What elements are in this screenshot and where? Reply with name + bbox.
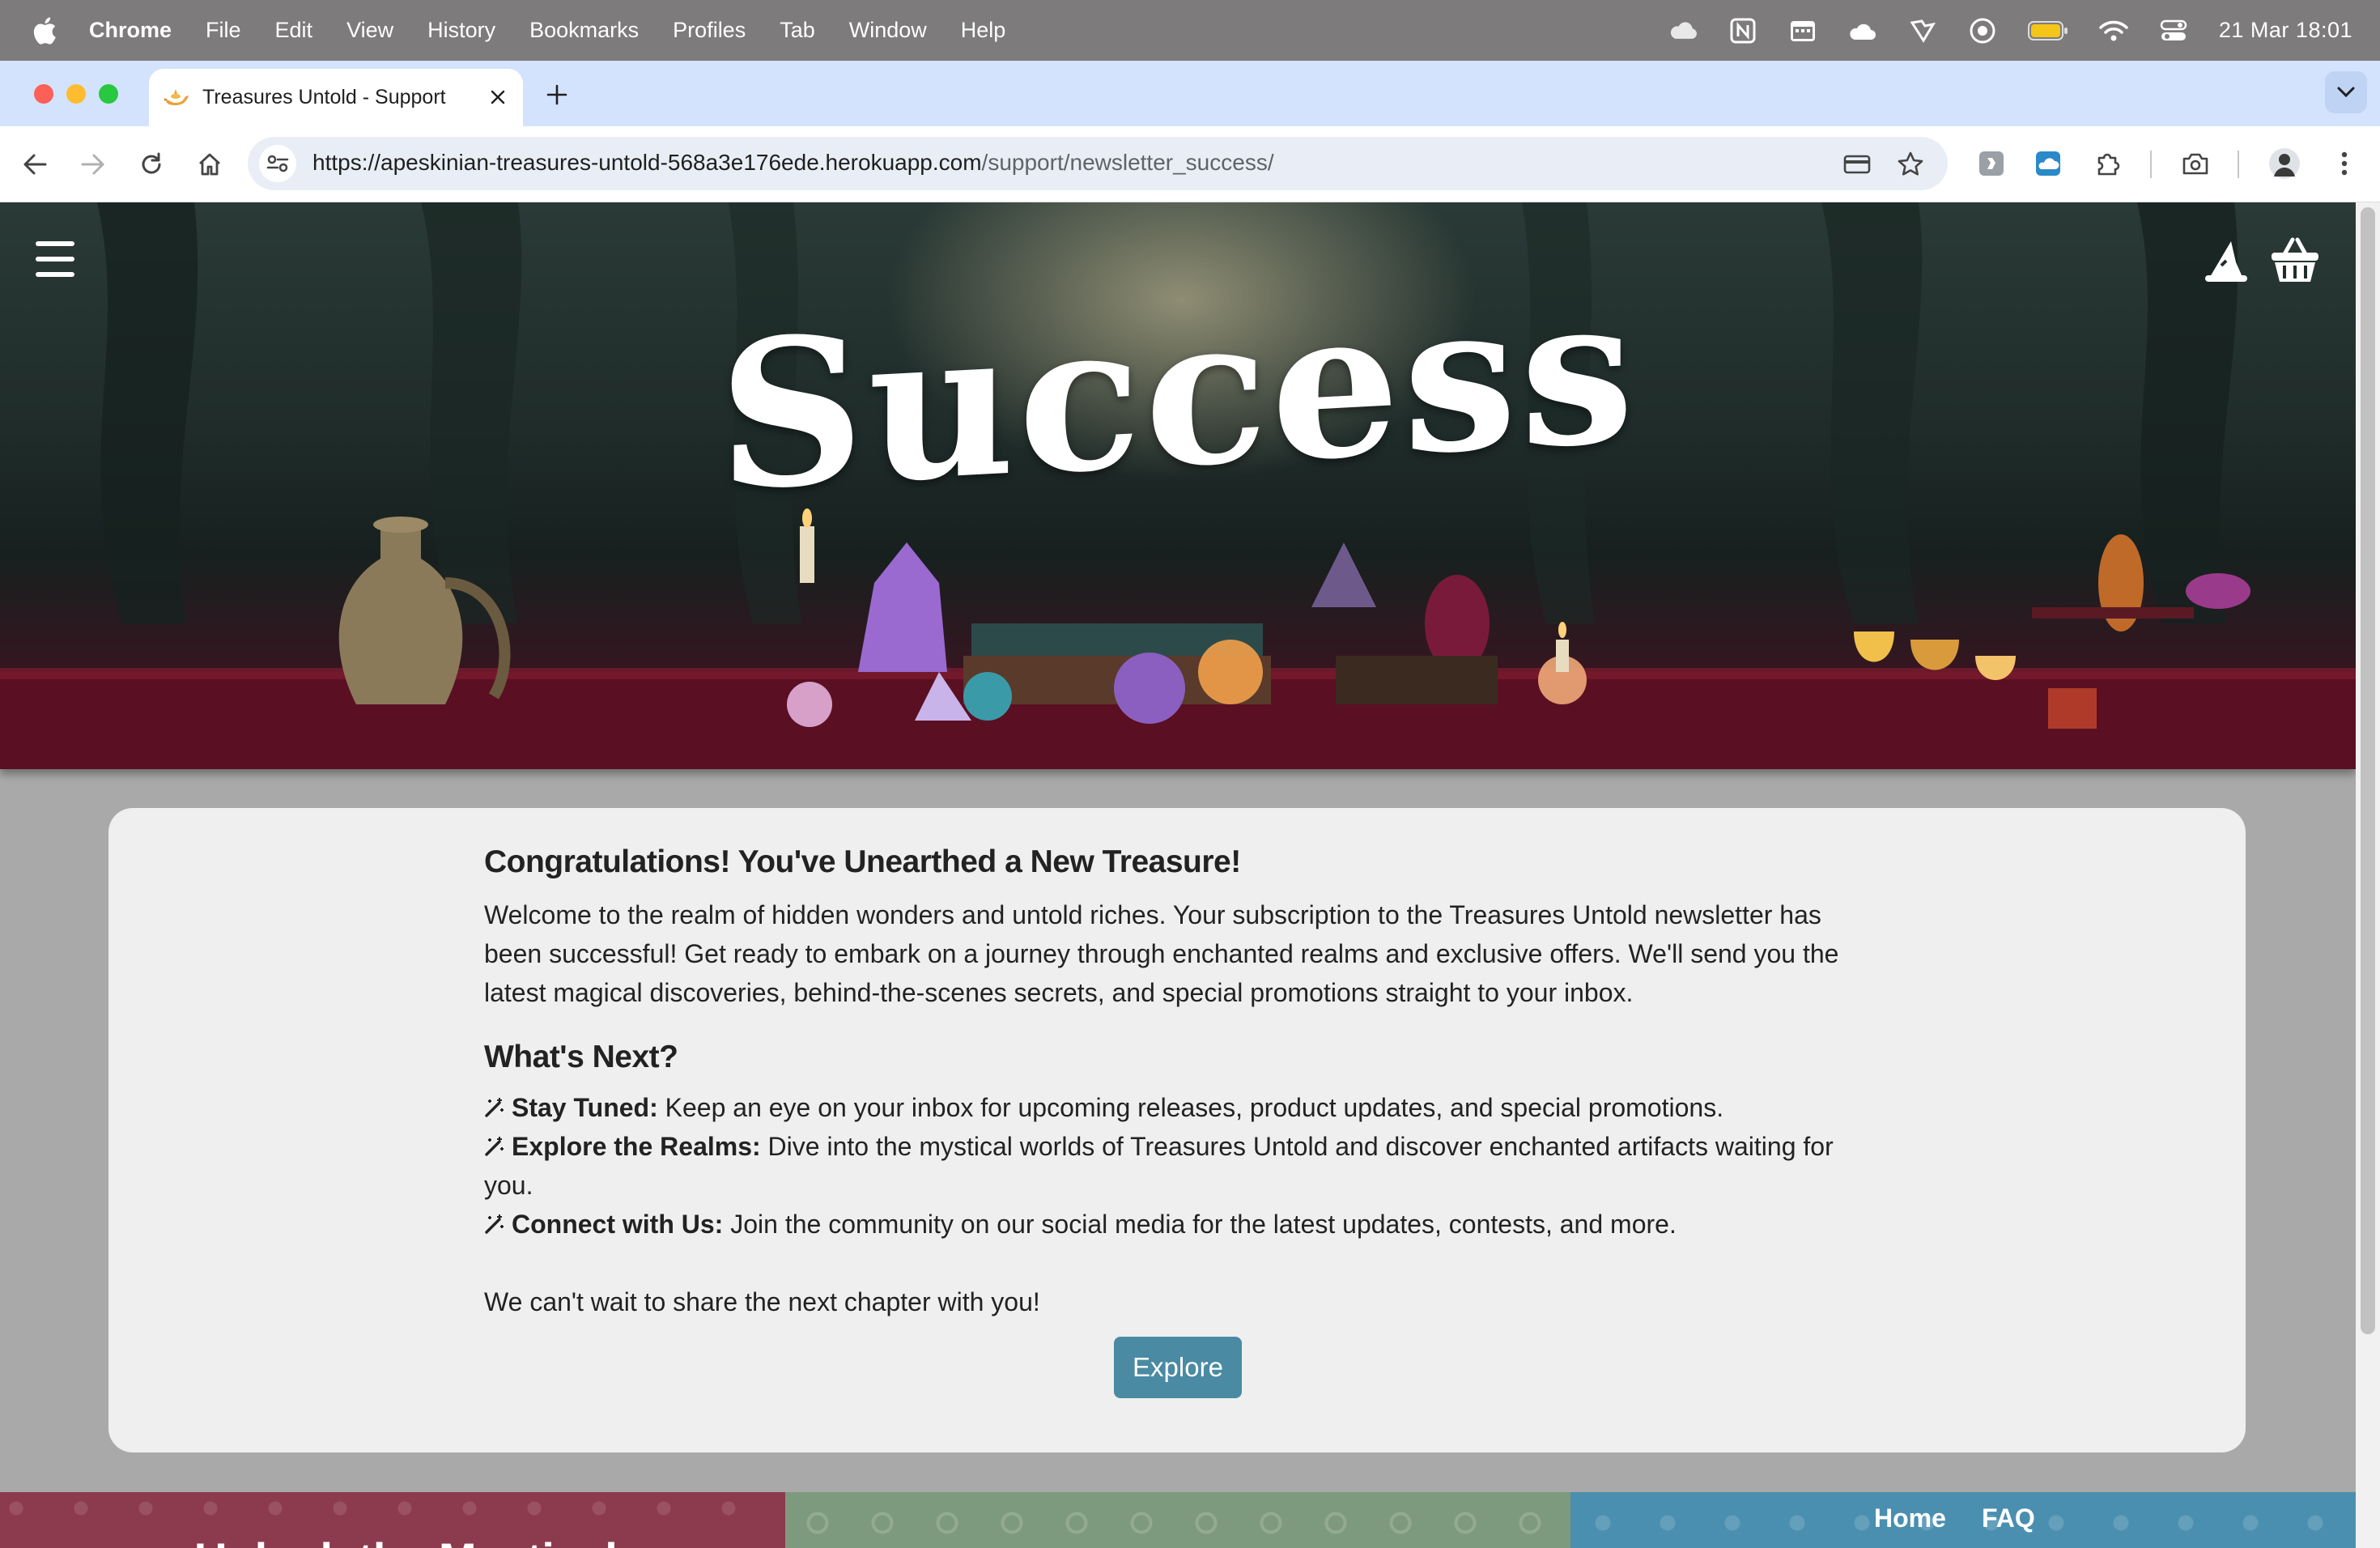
menu-profiles[interactable]: Profiles bbox=[673, 18, 746, 43]
site-settings-icon[interactable] bbox=[259, 145, 296, 182]
menu-bookmarks[interactable]: Bookmarks bbox=[529, 18, 639, 43]
magic-wand-icon bbox=[485, 1214, 504, 1234]
item-title: Explore the Realms: bbox=[512, 1132, 761, 1161]
url-text[interactable]: https://apeskinian-treasures-untold-568a… bbox=[312, 150, 1274, 176]
browser-toolbar: https://apeskinian-treasures-untold-568a… bbox=[0, 126, 2380, 202]
new-tab-icon[interactable] bbox=[541, 79, 573, 111]
browser-tab-strip: Treasures Untold - Support bbox=[0, 61, 2380, 126]
item-title: Stay Tuned: bbox=[512, 1093, 658, 1122]
close-window-button[interactable] bbox=[34, 84, 53, 104]
closing-text: We can't wait to share the next chapter … bbox=[484, 1287, 1040, 1316]
newsletter-success-card: Congratulations! You've Unearthed a New … bbox=[108, 808, 2246, 1452]
menu-edit[interactable]: Edit bbox=[275, 18, 313, 43]
extensions-puzzle-icon[interactable] bbox=[2089, 144, 2127, 183]
tab-treasures-untold[interactable]: Treasures Untold - Support bbox=[149, 69, 523, 126]
minimize-window-button[interactable] bbox=[66, 84, 86, 104]
footer-panel-green bbox=[785, 1492, 1570, 1548]
extension-cloud-icon[interactable] bbox=[2029, 144, 2068, 183]
calendar-icon[interactable] bbox=[1788, 16, 1817, 45]
item-text: Keep an eye on your inbox for upcoming r… bbox=[657, 1093, 1724, 1122]
genie-lamp-favicon-icon bbox=[162, 83, 191, 113]
control-center-icon[interactable] bbox=[2159, 16, 2188, 45]
address-bar[interactable]: https://apeskinian-treasures-untold-568a… bbox=[248, 137, 1948, 190]
intro-paragraph: Welcome to the realm of hidden wonders a… bbox=[484, 900, 1839, 1007]
menu-tab[interactable]: Tab bbox=[780, 18, 815, 43]
apple-menu-icon[interactable] bbox=[31, 15, 58, 47]
battery-icon[interactable] bbox=[2027, 16, 2068, 45]
menubar-clock[interactable]: 21 Mar 18:01 bbox=[2219, 18, 2352, 43]
shield-app-icon[interactable] bbox=[1908, 16, 1937, 45]
list-item-connect: Connect with Us: Join the community on o… bbox=[484, 1205, 1860, 1244]
item-title: Connect with Us: bbox=[512, 1210, 724, 1239]
close-tab-icon[interactable] bbox=[486, 85, 510, 109]
footer-panel-blue: Home FAQ bbox=[1570, 1492, 2356, 1548]
footer-pattern bbox=[1570, 1492, 2356, 1548]
menu-help[interactable]: Help bbox=[961, 18, 1006, 43]
notion-icon[interactable] bbox=[1728, 16, 1757, 45]
whats-next-heading: What's Next? bbox=[484, 1040, 678, 1074]
forward-arrow-icon[interactable] bbox=[74, 146, 112, 183]
payment-card-icon[interactable] bbox=[1841, 148, 1873, 181]
screenshot-camera-icon[interactable] bbox=[2176, 144, 2215, 183]
page-scrollbar-thumb[interactable] bbox=[2361, 207, 2375, 1334]
page-viewport: Success Congratulations! You've Unearthe… bbox=[0, 202, 2356, 1548]
profile-avatar[interactable] bbox=[2265, 144, 2304, 183]
magic-wand-icon bbox=[485, 1098, 504, 1117]
menu-window[interactable]: Window bbox=[849, 18, 927, 43]
footer-panel-red: Unlock the Mystical bbox=[0, 1492, 785, 1548]
list-item-explore-realms: Explore the Realms: Dive into the mystic… bbox=[484, 1127, 1860, 1205]
macos-menu-bar: Chrome File Edit View History Bookmarks … bbox=[0, 0, 2380, 61]
record-icon[interactable] bbox=[1968, 16, 1997, 45]
hamburger-menu-icon[interactable] bbox=[36, 241, 74, 277]
hero-banner: Success bbox=[0, 202, 2356, 769]
menu-file[interactable]: File bbox=[206, 18, 241, 43]
explore-button[interactable]: Explore bbox=[1114, 1337, 1242, 1398]
wizard-hat-account-icon[interactable] bbox=[2204, 238, 2249, 283]
tab-search-chevron-down-icon[interactable] bbox=[2325, 71, 2367, 113]
footer-heading: Unlock the Mystical bbox=[194, 1533, 618, 1548]
footer-link-faq[interactable]: FAQ bbox=[1982, 1503, 2035, 1533]
extension-gray-icon[interactable] bbox=[1972, 144, 2011, 183]
chrome-menu-kebab-icon[interactable] bbox=[2325, 144, 2364, 183]
toolbar-divider-2 bbox=[2238, 151, 2239, 178]
footer: Unlock the Mystical Home FAQ bbox=[0, 1492, 2356, 1548]
menu-history[interactable]: History bbox=[427, 18, 495, 43]
shopping-basket-icon[interactable] bbox=[2270, 236, 2320, 285]
icloud-icon[interactable] bbox=[1668, 16, 1698, 45]
footer-pattern bbox=[785, 1492, 1570, 1548]
url-path: /support/newsletter_success/ bbox=[981, 150, 1274, 175]
url-host: https://apeskinian-treasures-untold-568a… bbox=[312, 150, 982, 175]
tab-title: Treasures Untold - Support bbox=[202, 86, 446, 108]
reload-icon[interactable] bbox=[133, 146, 170, 183]
toolbar-divider bbox=[2150, 151, 2152, 178]
item-text: Join the community on our social media f… bbox=[723, 1210, 1677, 1239]
wifi-icon[interactable] bbox=[2099, 16, 2128, 45]
bookmark-star-icon[interactable] bbox=[1894, 148, 1927, 181]
menu-view[interactable]: View bbox=[346, 18, 393, 43]
cloud-app-icon[interactable] bbox=[1848, 16, 1877, 45]
card-heading: Congratulations! You've Unearthed a New … bbox=[484, 844, 1241, 879]
magic-wand-icon bbox=[485, 1137, 504, 1156]
list-item-stay-tuned: Stay Tuned: Keep an eye on your inbox fo… bbox=[484, 1088, 1860, 1127]
home-icon[interactable] bbox=[191, 146, 228, 183]
menu-app-name[interactable]: Chrome bbox=[89, 18, 172, 43]
footer-link-home[interactable]: Home bbox=[1874, 1503, 1946, 1533]
back-arrow-icon[interactable] bbox=[16, 146, 53, 183]
window-controls bbox=[34, 84, 118, 104]
maximize-window-button[interactable] bbox=[99, 84, 118, 104]
